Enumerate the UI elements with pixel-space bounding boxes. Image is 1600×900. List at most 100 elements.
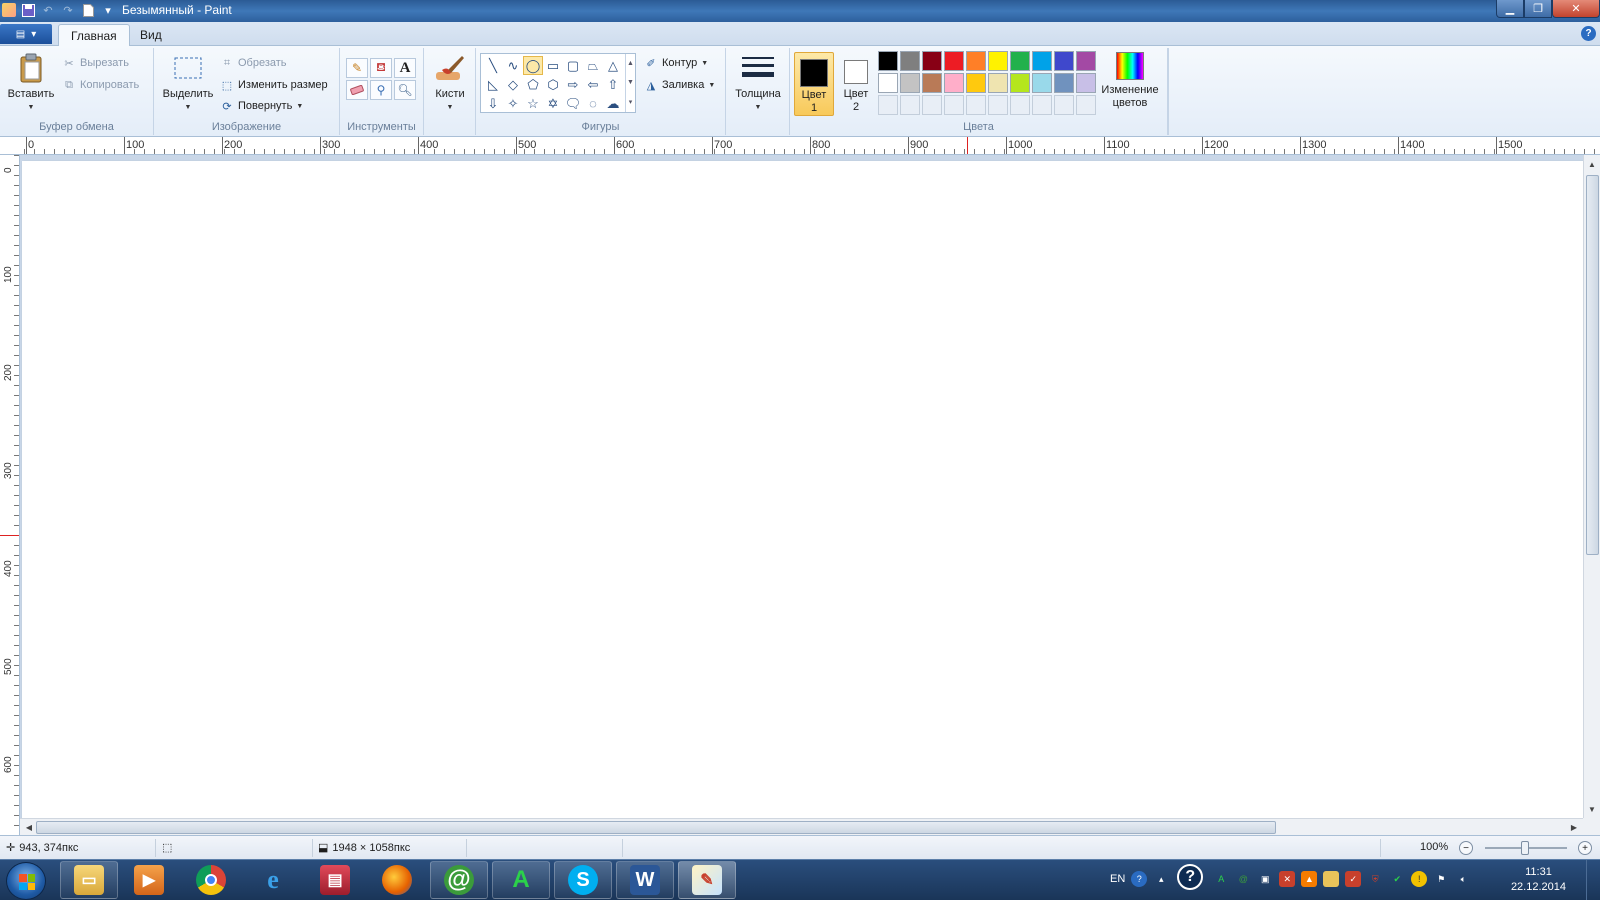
crop-button[interactable]: ⌗ Обрезать — [220, 54, 287, 72]
right-arrow-shape-icon[interactable]: ⇨ — [563, 75, 583, 94]
zoom-out-icon[interactable]: − — [1459, 841, 1473, 855]
palette-color-2-8[interactable] — [1032, 73, 1052, 93]
diamond-shape-icon[interactable]: ◇ — [503, 75, 523, 94]
paint-app-icon[interactable] — [2, 3, 16, 17]
palette-custom-slot[interactable] — [878, 95, 898, 115]
tab-view[interactable]: Вид — [128, 24, 174, 46]
palette-custom-slot[interactable] — [1054, 95, 1074, 115]
color2-button[interactable]: Цвет 2 — [836, 52, 876, 116]
cut-button[interactable]: ✂ Вырезать — [62, 54, 129, 72]
text-icon[interactable]: A — [394, 58, 416, 78]
redo-icon[interactable]: ↷ — [60, 2, 76, 18]
triangle-shape-icon[interactable]: △ — [603, 56, 623, 75]
size-button[interactable]: Толщина ▼ — [730, 52, 786, 114]
copy-button[interactable]: ⧉ Копировать — [62, 76, 139, 94]
scroll-down-arrow-icon[interactable]: ▼ — [1584, 802, 1600, 816]
palette-custom-slot[interactable] — [1010, 95, 1030, 115]
outline-button[interactable]: ✐ Контур ▼ — [644, 54, 708, 72]
fill-shape-button[interactable]: ◮ Заливка ▼ — [644, 76, 716, 94]
horizontal-scrollbar[interactable]: ◀ ▶ — [20, 818, 1583, 835]
palette-color-2-2[interactable] — [900, 73, 920, 93]
taskbar-chrome[interactable] — [182, 861, 240, 899]
hexagon-shape-icon[interactable]: ⬡ — [543, 75, 563, 94]
palette-color-1-4[interactable] — [944, 51, 964, 71]
help-icon[interactable]: ? — [1581, 26, 1596, 41]
palette-color-1-6[interactable] — [988, 51, 1008, 71]
taskbar-a-app[interactable]: A — [492, 861, 550, 899]
right-triangle-shape-icon[interactable]: ◺ — [483, 75, 503, 94]
color1-button[interactable]: Цвет 1 — [794, 52, 834, 116]
undo-icon[interactable]: ↶ — [40, 2, 56, 18]
pentagon-shape-icon[interactable]: ⬠ — [523, 75, 543, 94]
clock[interactable]: 11:31 22.12.2014 — [1511, 865, 1566, 895]
warning-tray-icon[interactable]: ! — [1411, 871, 1428, 887]
palette-color-2-6[interactable] — [988, 73, 1008, 93]
language-indicator[interactable]: EN — [1110, 873, 1125, 885]
taskbar-mail-agent[interactable]: @ — [430, 861, 488, 899]
palette-color-1-7[interactable] — [1010, 51, 1030, 71]
maximize-button[interactable]: ❐ — [1524, 0, 1552, 18]
resize-button[interactable]: ⬚ Изменить размер — [220, 76, 328, 94]
shapes-scroll[interactable]: ▲ ▼ ▾ — [625, 54, 635, 112]
palette-color-1-10[interactable] — [1076, 51, 1096, 71]
palette-color-2-4[interactable] — [944, 73, 964, 93]
eraser-icon[interactable] — [346, 80, 368, 100]
antivirus-tray-icon[interactable]: ✓ — [1345, 871, 1362, 887]
palette-color-2-3[interactable] — [922, 73, 942, 93]
drawing-canvas[interactable] — [22, 161, 1583, 818]
select-button[interactable]: Выделить ▼ — [160, 52, 216, 114]
scroll-up-arrow-icon[interactable]: ▲ — [1584, 157, 1600, 171]
a-tray-icon[interactable]: A — [1213, 871, 1229, 887]
palette-custom-slot[interactable] — [1076, 95, 1096, 115]
shield-icon[interactable]: ⛨ — [1367, 871, 1383, 887]
show-desktop-button[interactable] — [1586, 860, 1600, 900]
palette-color-2-1[interactable] — [878, 73, 898, 93]
mail-tray-icon[interactable]: @ — [1235, 871, 1251, 887]
down-arrow-shape-icon[interactable]: ⇩ — [483, 94, 503, 113]
six-point-star-shape-icon[interactable]: ✡ — [543, 94, 563, 113]
taskbar-ie[interactable]: e — [244, 861, 302, 899]
rounded-rectangle-shape-icon[interactable]: ▢ — [563, 56, 583, 75]
new-file-icon[interactable] — [80, 2, 96, 18]
rectangle-shape-icon[interactable]: ▭ — [543, 56, 563, 75]
left-arrow-shape-icon[interactable]: ⇦ — [583, 75, 603, 94]
oval-callout-shape-icon[interactable]: ◌ — [583, 94, 603, 113]
vertical-scrollbar[interactable]: ▲ ▼ — [1583, 155, 1600, 818]
taskbar-explorer[interactable]: ▭ — [60, 861, 118, 899]
orange-app-tray-icon[interactable]: ▲ — [1301, 871, 1318, 887]
flag-tray-icon[interactable]: ⚑ — [1433, 871, 1449, 887]
palette-custom-slot[interactable] — [966, 95, 986, 115]
palette-custom-slot[interactable] — [922, 95, 942, 115]
palette-color-2-7[interactable] — [1010, 73, 1030, 93]
expand-icon[interactable]: ▾ — [629, 98, 633, 106]
color-picker-icon[interactable]: ⚲ — [370, 80, 392, 100]
palette-color-1-1[interactable] — [878, 51, 898, 71]
minimize-button[interactable]: ▁ — [1496, 0, 1524, 18]
paint-menu-button[interactable]: ▤ ▾ — [0, 24, 52, 44]
brushes-button[interactable]: Кисти ▼ — [426, 52, 474, 114]
device-tray-icon[interactable]: ▣ — [1257, 871, 1273, 887]
folder-tray-icon[interactable] — [1323, 871, 1340, 887]
magnifier-icon[interactable]: 🔍︎ — [394, 80, 416, 100]
taskbar-word[interactable]: W — [616, 861, 674, 899]
palette-custom-slot[interactable] — [1032, 95, 1052, 115]
palette-custom-slot[interactable] — [988, 95, 1008, 115]
scroll-right-arrow-icon[interactable]: ▶ — [1567, 820, 1581, 834]
horizontal-scroll-thumb[interactable] — [36, 821, 1276, 834]
rotate-button[interactable]: ⟳ Повернуть ▼ — [220, 97, 303, 115]
vertical-scroll-thumb[interactable] — [1586, 175, 1599, 555]
taskbar-paint[interactable]: ✎ — [678, 861, 736, 899]
check-tray-icon[interactable]: ✔ — [1389, 871, 1405, 887]
scroll-down-icon[interactable]: ▼ — [627, 79, 634, 86]
error-tray-icon[interactable]: ✕ — [1279, 871, 1296, 887]
close-button[interactable]: ✕ — [1552, 0, 1600, 18]
rounded-callout-shape-icon[interactable]: 🗨︎ — [563, 94, 583, 113]
edit-colors-button[interactable]: Изменение цветов — [1098, 52, 1162, 110]
help-tray-icon[interactable]: ? — [1131, 871, 1148, 887]
taskbar-media-player[interactable]: ▶ — [120, 861, 178, 899]
save-icon[interactable] — [20, 2, 36, 18]
palette-color-1-8[interactable] — [1032, 51, 1052, 71]
palette-custom-slot[interactable] — [900, 95, 920, 115]
cloud-callout-shape-icon[interactable]: ☁︎ — [603, 94, 623, 113]
zoom-slider-thumb[interactable] — [1521, 841, 1529, 855]
